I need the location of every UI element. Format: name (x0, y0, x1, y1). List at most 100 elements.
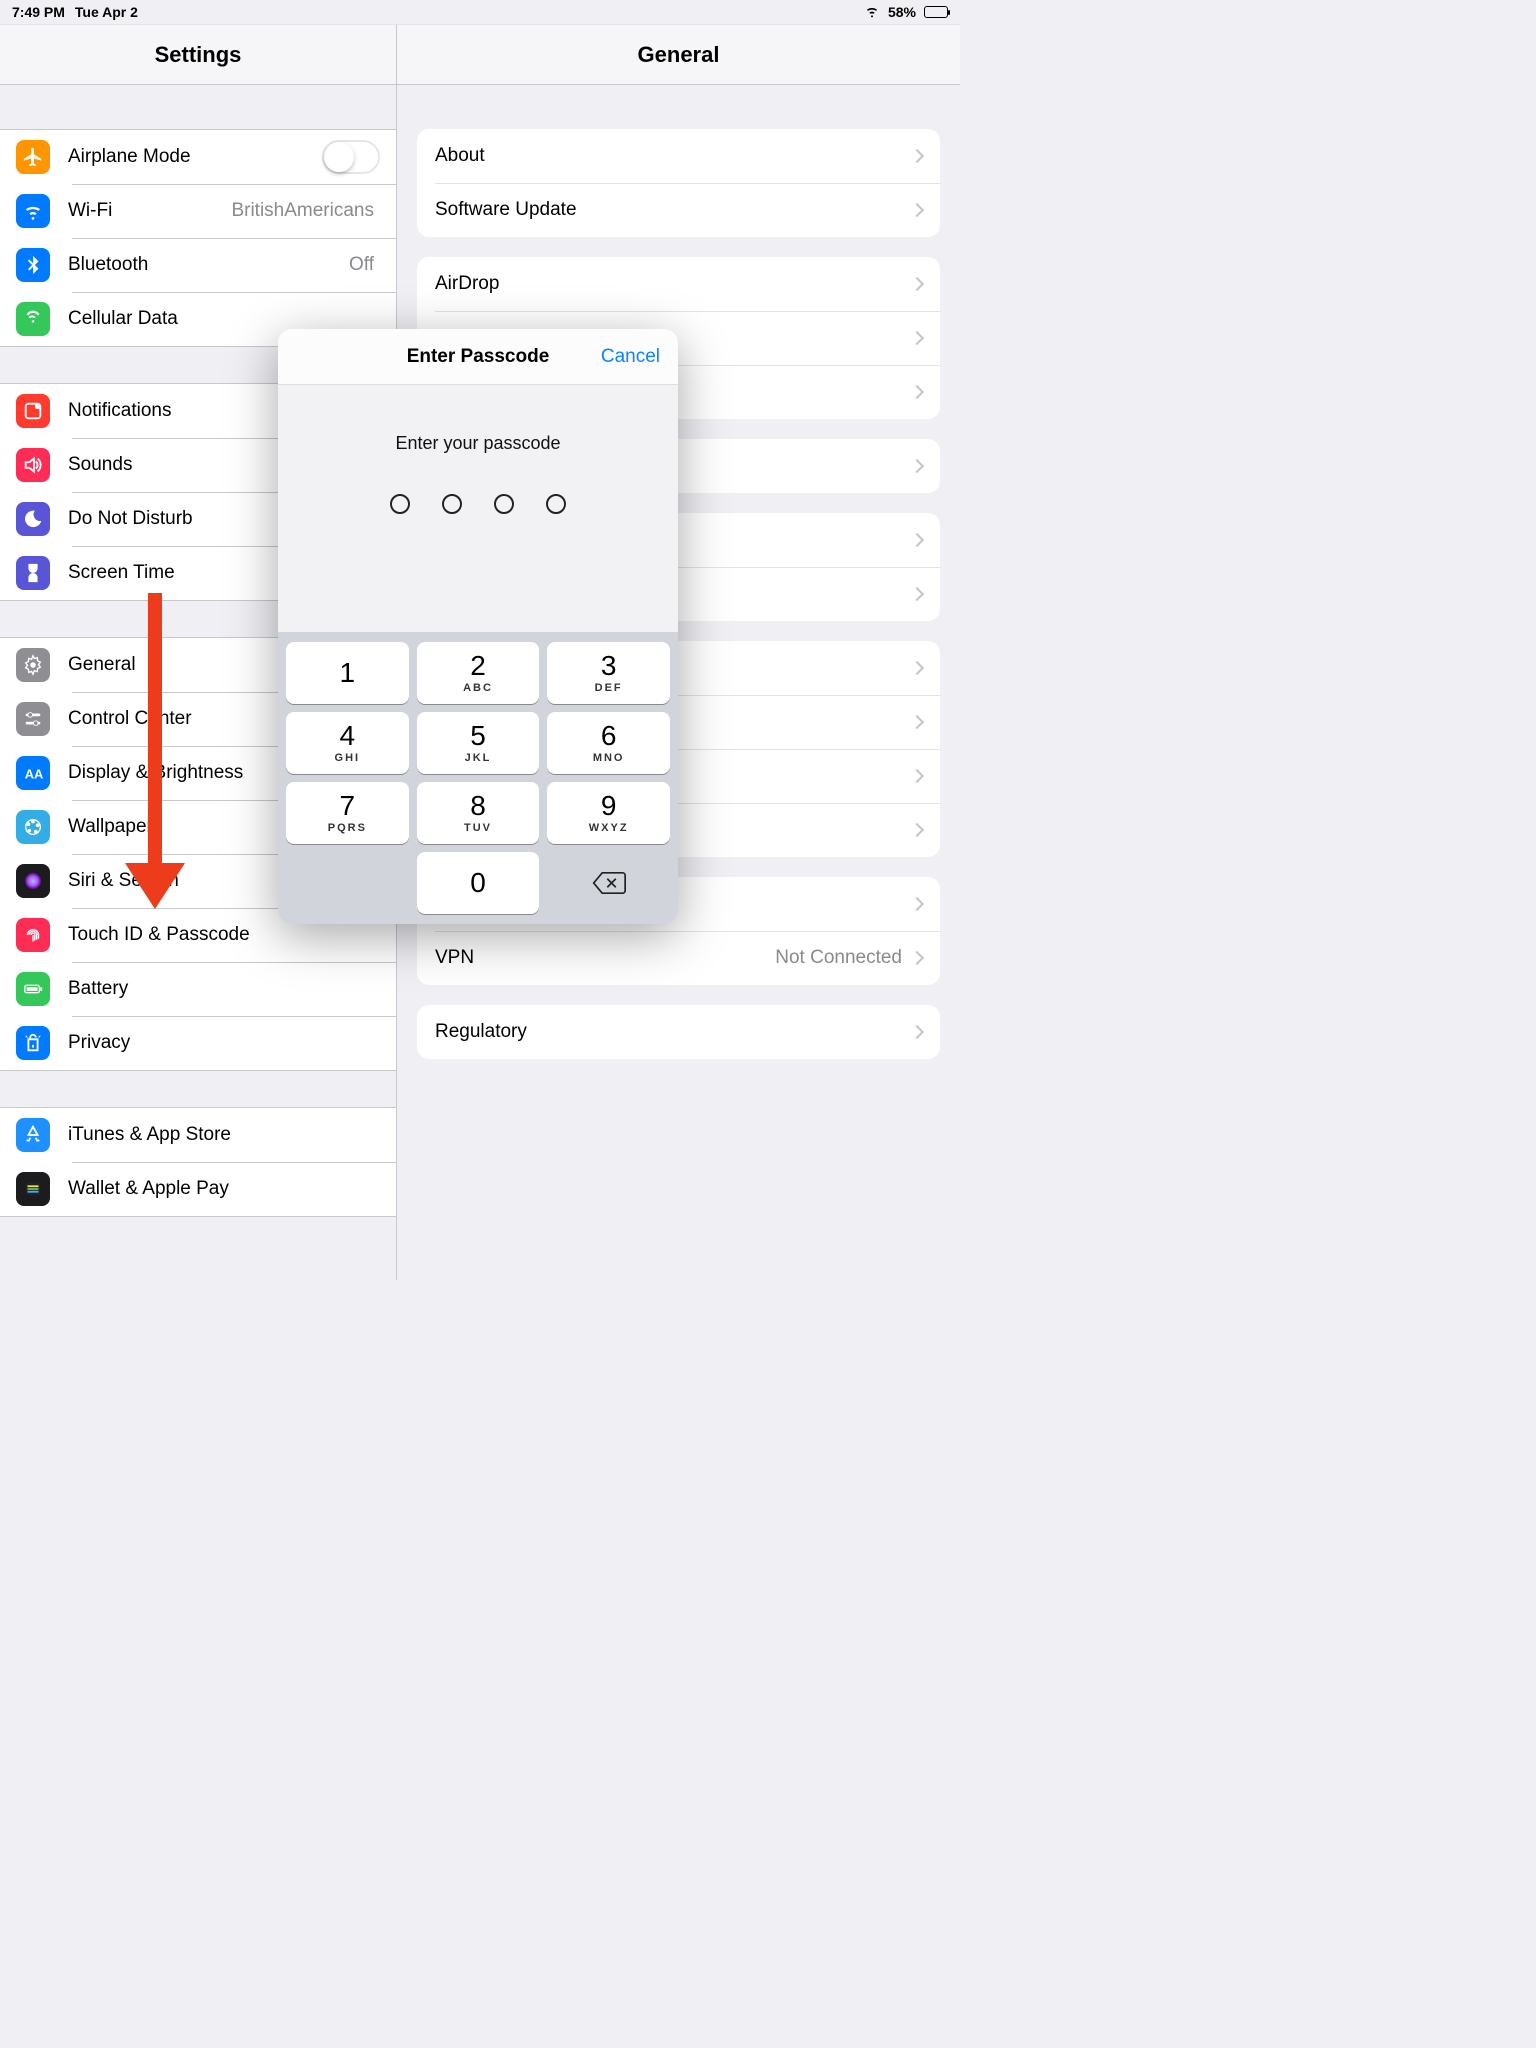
key-number: 9 (601, 792, 617, 820)
control-icon (16, 702, 50, 736)
key-number: 8 (470, 792, 486, 820)
general-item-regulatory[interactable]: Regulatory (417, 1005, 940, 1059)
chevron-right-icon (910, 1025, 924, 1039)
sidebar-item-label: Privacy (68, 1032, 380, 1054)
cancel-button[interactable]: Cancel (601, 346, 660, 368)
sidebar-item-label: Bluetooth (68, 254, 349, 276)
general-icon (16, 648, 50, 682)
passcode-dot (390, 494, 410, 514)
touchid-icon (16, 918, 50, 952)
passcode-prompt: Enter your passcode (395, 433, 560, 454)
sidebar-item-airplane-mode[interactable]: Airplane Mode (0, 130, 396, 184)
bluetooth-icon (16, 248, 50, 282)
status-time: 7:49 PM (12, 4, 65, 20)
sidebar-item-label: Cellular Data (68, 308, 380, 330)
general-item-vpn[interactable]: VPNNot Connected (417, 931, 940, 985)
keypad-key-7[interactable]: 7 PQRS (286, 782, 409, 844)
chevron-right-icon (910, 951, 924, 965)
keypad-blank (286, 852, 409, 914)
general-header: General (397, 25, 960, 85)
chevron-right-icon (910, 715, 924, 729)
chevron-right-icon (910, 149, 924, 163)
key-number: 1 (340, 659, 356, 687)
passcode-dot (442, 494, 462, 514)
chevron-right-icon (910, 203, 924, 217)
key-number: 0 (470, 869, 486, 897)
chevron-right-icon (910, 459, 924, 473)
dialog-header: Enter Passcode Cancel (278, 329, 678, 385)
key-letters: DEF (595, 682, 623, 694)
key-number: 7 (340, 792, 356, 820)
keypad-key-6[interactable]: 6 MNO (547, 712, 670, 774)
passcode-dots (390, 494, 566, 514)
key-letters: WXYZ (589, 822, 629, 834)
sidebar-item-label: Airplane Mode (68, 146, 322, 168)
chevron-right-icon (910, 823, 924, 837)
general-item-label: AirDrop (435, 273, 912, 295)
sidebar-item-value: Off (349, 254, 374, 276)
battery-icon (924, 6, 948, 18)
keypad-backspace[interactable] (547, 852, 670, 914)
key-letters: TUV (464, 822, 492, 834)
keypad-key-4[interactable]: 4GHI (286, 712, 409, 774)
sounds-icon (16, 448, 50, 482)
key-number: 6 (601, 722, 617, 750)
dnd-icon (16, 502, 50, 536)
general-item-value: Not Connected (775, 947, 902, 969)
airplane-icon (16, 140, 50, 174)
chevron-right-icon (910, 385, 924, 399)
cellular-icon (16, 302, 50, 336)
general-item-label: About (435, 145, 912, 167)
wallpaper-icon (16, 810, 50, 844)
chevron-right-icon (910, 533, 924, 547)
wifi-icon (16, 194, 50, 228)
chevron-right-icon (910, 331, 924, 345)
wallet-icon (16, 1172, 50, 1206)
numeric-keypad: 1 2 ABC 3 DEF 4GHI5JKL 6 MNO 7 PQRS 8 TUV 9 WXYZ 0 (278, 632, 678, 924)
key-letters: ABC (463, 682, 493, 694)
keypad-key-8[interactable]: 8 TUV (417, 782, 540, 844)
sidebar-item-label: Battery (68, 978, 380, 1000)
display-icon: AA (16, 756, 50, 790)
general-item-about[interactable]: About (417, 129, 940, 183)
key-letters: MNO (593, 752, 625, 764)
svg-text:AA: AA (25, 767, 44, 782)
sidebar-item-label: iTunes & App Store (68, 1124, 380, 1146)
general-item-software-update[interactable]: Software Update (417, 183, 940, 237)
sidebar-item-label: Wi-Fi (68, 200, 231, 222)
sidebar-item-value: BritishAmericans (231, 200, 374, 222)
key-letters: JKL (465, 752, 492, 764)
sidebar-item-itunes-app-store[interactable]: iTunes & App Store (0, 1108, 396, 1162)
sidebar-item-battery[interactable]: Battery (0, 962, 396, 1016)
keypad-key-2[interactable]: 2 ABC (417, 642, 540, 704)
key-letters: PQRS (328, 822, 367, 834)
general-item-label: Software Update (435, 199, 912, 221)
sidebar-item-wallet-apple-pay[interactable]: Wallet & Apple Pay (0, 1162, 396, 1216)
key-number: 4 (340, 722, 356, 750)
keypad-key-1[interactable]: 1 (286, 642, 409, 704)
sidebar-item-label: Touch ID & Passcode (68, 924, 380, 946)
keypad-key-0[interactable]: 0 (417, 852, 540, 914)
sidebar-item-wi-fi[interactable]: Wi-FiBritishAmericans (0, 184, 396, 238)
keypad-key-3[interactable]: 3 DEF (547, 642, 670, 704)
sidebar-item-privacy[interactable]: Privacy (0, 1016, 396, 1070)
keypad-key-5[interactable]: 5JKL (417, 712, 540, 774)
screentime-icon (16, 556, 50, 590)
keypad-key-9[interactable]: 9 WXYZ (547, 782, 670, 844)
battery-icon (16, 972, 50, 1006)
key-number: 2 (470, 652, 486, 680)
general-title: General (638, 42, 720, 68)
general-item-label: Regulatory (435, 1021, 912, 1043)
status-date: Tue Apr 2 (75, 4, 138, 20)
privacy-icon (16, 1026, 50, 1060)
general-item-airdrop[interactable]: AirDrop (417, 257, 940, 311)
general-item-label: VPN (435, 947, 775, 969)
battery-percentage: 58% (888, 4, 916, 20)
key-number: 3 (601, 652, 617, 680)
dialog-title: Enter Passcode (407, 346, 550, 368)
toggle-switch[interactable] (322, 140, 380, 174)
chevron-right-icon (910, 587, 924, 601)
sidebar-item-bluetooth[interactable]: BluetoothOff (0, 238, 396, 292)
sidebar-item-label: Wallet & Apple Pay (68, 1178, 380, 1200)
settings-header: Settings (0, 25, 396, 85)
